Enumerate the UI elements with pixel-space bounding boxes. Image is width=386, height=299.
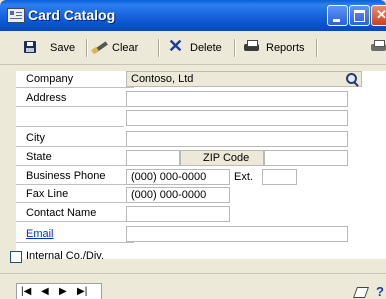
delete-icon[interactable]: ✕ (168, 37, 183, 55)
contact-name-label: Contact Name (16, 205, 134, 222)
ext-label: Ext. (234, 171, 253, 183)
state-field[interactable] (126, 150, 180, 166)
card-catalog-window: Card Catalog Save Clear Delete Reports ✕… (0, 0, 386, 299)
toolbar-separator (86, 39, 88, 57)
previous-record-button[interactable]: ◀ (41, 285, 49, 299)
title-bar[interactable]: Card Catalog (0, 0, 386, 31)
company-field[interactable]: Contoso, Ltd (126, 71, 362, 87)
minimize-button[interactable] (327, 5, 348, 26)
toolbar: Save Clear Delete Reports (0, 31, 386, 65)
zip-code-label: ZIP Code (180, 150, 264, 166)
company-label: Company (16, 71, 134, 88)
printer-icon[interactable] (371, 40, 386, 53)
city-field[interactable] (126, 131, 348, 147)
save-label: Save (50, 42, 76, 54)
internal-co-div-checkbox[interactable] (10, 251, 22, 263)
clear-icon[interactable] (92, 39, 108, 53)
save-icon[interactable] (24, 41, 36, 53)
state-label: State (16, 149, 134, 166)
city-label: City (16, 130, 134, 147)
business-phone-label: Business Phone (16, 168, 134, 185)
window-title: Card Catalog (28, 7, 116, 23)
toolbar-separator (316, 39, 318, 57)
reports-icon[interactable] (244, 40, 260, 53)
fax-line-label: Fax Line (16, 186, 134, 203)
internal-co-div-label: Internal Co./Div. (26, 250, 105, 262)
address-line2-field[interactable] (126, 110, 348, 126)
zip-code-field[interactable] (264, 150, 348, 166)
fax-line-field[interactable]: (000) 000-0000 (126, 187, 230, 203)
toolbar-separator (158, 39, 160, 57)
card-form: Company Contoso, Ltd Address City State … (16, 71, 386, 259)
address-divider (16, 126, 124, 127)
ext-field[interactable] (262, 169, 297, 185)
business-phone-field[interactable]: (000) 000-0000 (126, 169, 230, 185)
note-icon[interactable] (354, 286, 369, 298)
email-field[interactable] (126, 226, 348, 242)
delete-label: Delete (190, 42, 222, 54)
status-divider (0, 273, 386, 274)
help-icon[interactable]: ? (376, 285, 386, 299)
clear-label: Clear (112, 42, 139, 54)
next-record-button[interactable]: ▶ (59, 285, 67, 299)
address-line1-field[interactable] (126, 91, 348, 107)
first-record-button[interactable]: |◀ (21, 285, 31, 299)
clear-button[interactable]: Clear (112, 40, 138, 56)
contact-name-field[interactable] (126, 206, 230, 222)
close-button[interactable] (371, 5, 386, 26)
reports-label: Reports (266, 42, 305, 54)
email-link[interactable]: Email (16, 226, 134, 243)
card-catalog-icon (7, 8, 25, 23)
delete-button[interactable]: Delete (190, 40, 222, 56)
reports-button[interactable]: Reports (266, 40, 305, 56)
lookup-icon[interactable] (346, 73, 359, 86)
toolbar-separator (234, 39, 236, 57)
record-navigator: |◀ ◀ ▶ ▶| (16, 283, 102, 299)
maximize-button[interactable] (349, 5, 370, 26)
address-label: Address (16, 90, 134, 107)
last-record-button[interactable]: ▶| (77, 285, 87, 299)
